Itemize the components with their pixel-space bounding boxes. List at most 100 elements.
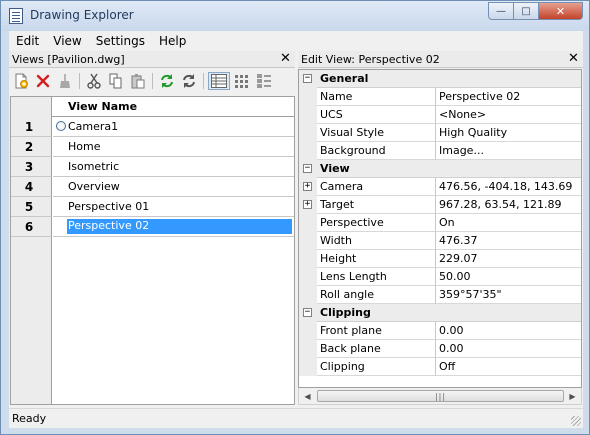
property-row[interactable]: Roll angle 359°57'35" (299, 286, 581, 304)
property-value[interactable]: Image... (439, 144, 484, 157)
view-name-cell[interactable]: Overview (53, 177, 294, 197)
property-row[interactable]: Background Image... (299, 142, 581, 160)
property-name: Camera (320, 180, 364, 193)
category-clipping[interactable]: − Clipping (299, 304, 581, 322)
cut-icon[interactable] (85, 72, 103, 90)
property-name: Lens Length (320, 270, 387, 283)
property-value[interactable]: 476.37 (439, 234, 478, 247)
table-row[interactable]: 3 Isometric (11, 157, 294, 177)
refresh-icon[interactable] (158, 72, 176, 90)
property-row[interactable]: Width 476.37 (299, 232, 581, 250)
resize-grip-icon[interactable] (571, 416, 581, 426)
scroll-thumb[interactable]: ||| (317, 390, 564, 402)
title-bar[interactable]: Drawing Explorer — □ ✕ (1, 1, 589, 31)
property-value[interactable]: 359°57'35" (439, 288, 502, 301)
property-row[interactable]: + Camera 476.56, -404.18, 143.69 (299, 178, 581, 196)
menu-edit[interactable]: Edit (9, 34, 46, 48)
view-name-cell[interactable]: Perspective 01 (53, 197, 294, 217)
views-panel-close-icon[interactable]: ✕ (280, 51, 291, 66)
property-value[interactable]: 967.28, 63.54, 121.89 (439, 198, 561, 211)
property-row[interactable]: Perspective On (299, 214, 581, 232)
view-name: Home (68, 140, 101, 153)
menu-help[interactable]: Help (152, 34, 193, 48)
property-row[interactable]: Clipping Off (299, 358, 581, 376)
property-value[interactable]: On (439, 216, 455, 229)
view-name-cell[interactable]: Perspective 02 (53, 217, 294, 237)
current-view-icon (56, 121, 66, 131)
property-value[interactable]: Perspective 02 (439, 90, 520, 103)
view-name: Perspective 01 (68, 200, 150, 213)
expand-icon[interactable]: + (303, 200, 312, 209)
category-label: General (320, 72, 369, 85)
scroll-left-icon[interactable]: ◀ (299, 388, 316, 405)
table-row[interactable]: 2 Home (11, 137, 294, 157)
property-row[interactable]: UCS <None> (299, 106, 581, 124)
property-name: Front plane (320, 324, 382, 337)
view-name-cell[interactable]: Camera1 (53, 117, 294, 137)
property-value[interactable]: 50.00 (439, 270, 471, 283)
views-table-header: View Name (11, 97, 294, 117)
horizontal-scrollbar[interactable]: ◀ ||| ▶ (298, 388, 582, 405)
property-value[interactable]: High Quality (439, 126, 507, 139)
property-row[interactable]: Back plane 0.00 (299, 340, 581, 358)
property-row[interactable]: Lens Length 50.00 (299, 268, 581, 286)
column-header-view-name[interactable]: View Name (68, 100, 137, 113)
row-number: 1 (11, 117, 52, 137)
view-name-cell[interactable]: Home (53, 137, 294, 157)
copy-icon[interactable] (107, 72, 125, 90)
close-button[interactable]: ✕ (539, 2, 583, 20)
window-title: Drawing Explorer (30, 8, 134, 22)
menu-settings[interactable]: Settings (89, 34, 152, 48)
table-row[interactable]: 4 Overview (11, 177, 294, 197)
view-name-cell[interactable]: Isometric (53, 157, 294, 177)
category-label: View (320, 162, 350, 175)
menu-view[interactable]: View (46, 34, 88, 48)
property-name: Roll angle (320, 288, 375, 301)
collapse-icon[interactable]: − (303, 74, 312, 83)
expand-icon[interactable]: + (303, 182, 312, 191)
property-name: Target (320, 198, 355, 211)
edit-view-panel-close-icon[interactable]: ✕ (568, 51, 579, 66)
property-value[interactable]: <None> (439, 108, 486, 121)
collapse-icon[interactable]: − (303, 164, 312, 173)
minimize-button[interactable]: — (488, 2, 514, 20)
category-view[interactable]: − View (299, 160, 581, 178)
tree-view-icon[interactable] (255, 72, 273, 90)
edit-view-panel-title: Edit View: Perspective 02 (301, 53, 440, 66)
property-row[interactable]: Height 229.07 (299, 250, 581, 268)
drawing-explorer-window: Drawing Explorer — □ ✕ Edit View Setting… (0, 0, 590, 435)
property-row[interactable]: Front plane 0.00 (299, 322, 581, 340)
category-general[interactable]: − General (299, 70, 581, 88)
views-table: View Name 1 Camera1 2 Home 3 Isometric 4… (10, 96, 295, 405)
property-name: Width (320, 234, 352, 247)
views-panel: Views [Pavilion.dwg] ✕ View Name 1 Camer… (9, 51, 295, 405)
property-row[interactable]: Name Perspective 02 (299, 88, 581, 106)
table-row-selected[interactable]: 6 Perspective 02 (11, 217, 294, 237)
property-name: Name (320, 90, 353, 103)
table-corner (11, 97, 52, 117)
regenerate-icon[interactable] (180, 72, 198, 90)
paste-icon[interactable] (129, 72, 147, 90)
status-bar: Ready (9, 408, 583, 428)
property-value[interactable]: 0.00 (439, 342, 464, 355)
row-header-filler (11, 237, 52, 404)
collapse-icon[interactable]: − (303, 308, 312, 317)
new-view-icon[interactable] (12, 72, 30, 90)
maximize-button[interactable]: □ (514, 2, 539, 20)
property-row[interactable]: + Target 967.28, 63.54, 121.89 (299, 196, 581, 214)
row-number: 2 (11, 137, 52, 157)
property-grid: − General Name Perspective 02 UCS <None>… (298, 69, 582, 388)
property-value[interactable]: 0.00 (439, 324, 464, 337)
property-value[interactable]: 476.56, -404.18, 143.69 (439, 180, 572, 193)
table-view-icon[interactable] (208, 72, 230, 90)
view-name: Overview (68, 180, 120, 193)
delete-icon[interactable] (34, 72, 52, 90)
thumbnail-view-icon[interactable] (233, 72, 251, 90)
scroll-right-icon[interactable]: ▶ (564, 388, 581, 405)
table-row[interactable]: 1 Camera1 (11, 117, 294, 137)
purge-icon[interactable] (56, 72, 74, 90)
property-value[interactable]: Off (439, 360, 455, 373)
table-row[interactable]: 5 Perspective 01 (11, 197, 294, 217)
property-row[interactable]: Visual Style High Quality (299, 124, 581, 142)
property-value[interactable]: 229.07 (439, 252, 478, 265)
